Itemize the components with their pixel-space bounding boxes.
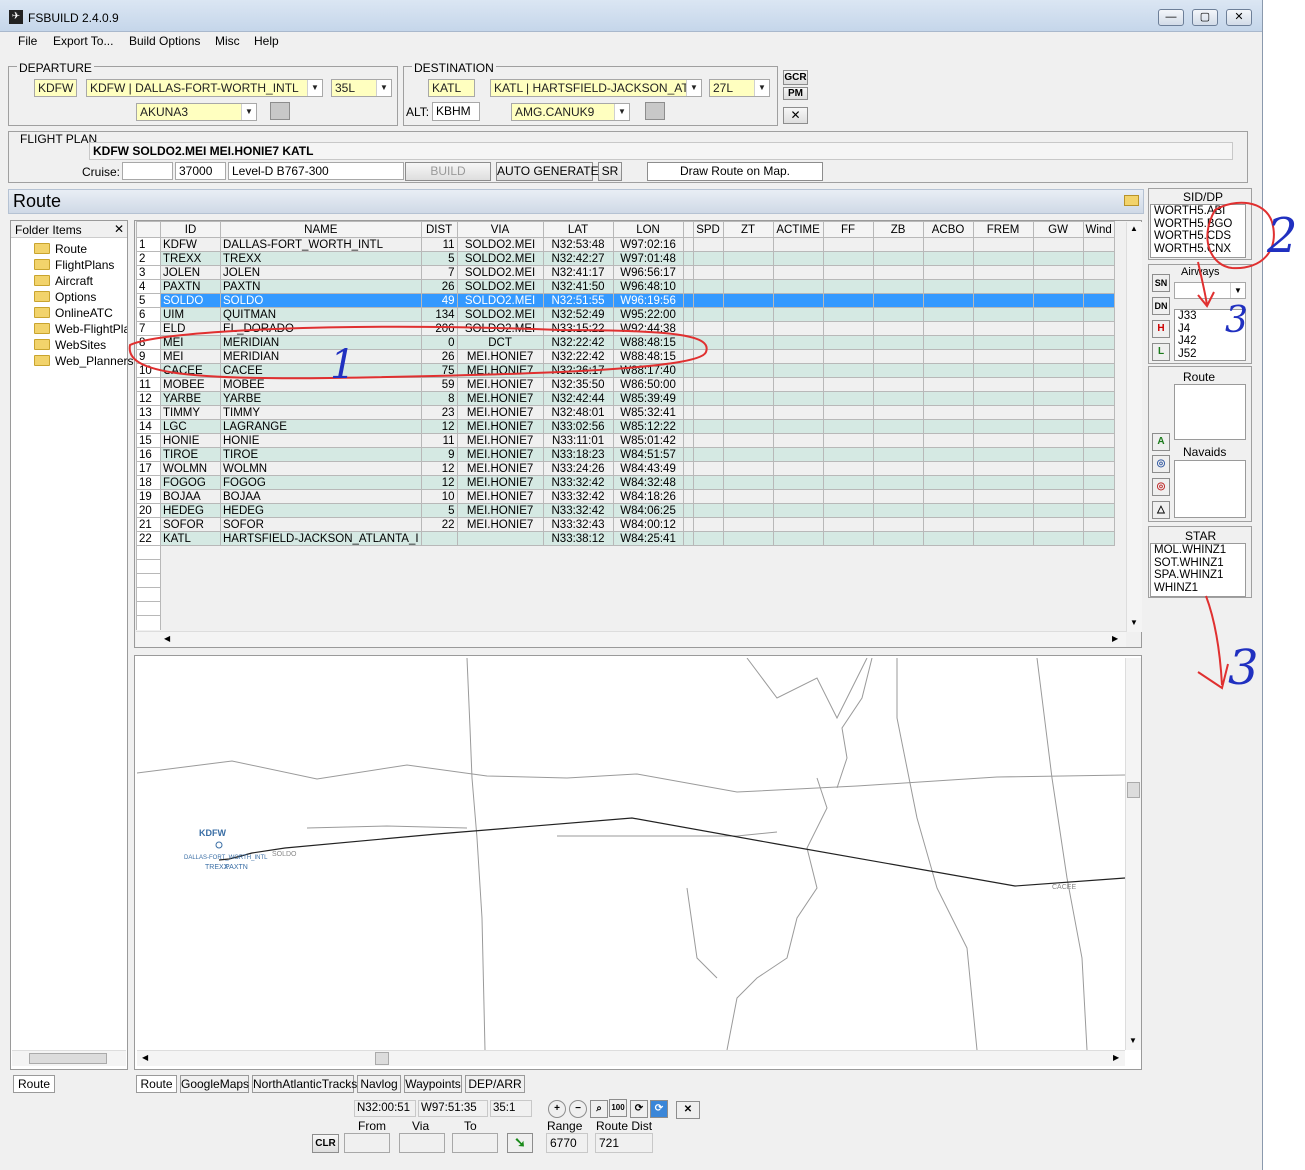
annotation-circle-red — [1206, 201, 1275, 270]
annotation-ellipse-red — [128, 325, 708, 380]
annotation-number-3b: 3 — [1228, 640, 1259, 696]
annotation-number-3a: 3 — [1225, 300, 1248, 341]
annotation-arrow-red-1 — [1197, 261, 1215, 308]
annotation-arrow-red-2 — [1197, 595, 1229, 690]
annotation-overlay: 1 2 3 3 — [128, 201, 1298, 696]
annotation-number-2: 2 — [1266, 208, 1298, 264]
annotation-number-1: 1 — [330, 342, 355, 388]
